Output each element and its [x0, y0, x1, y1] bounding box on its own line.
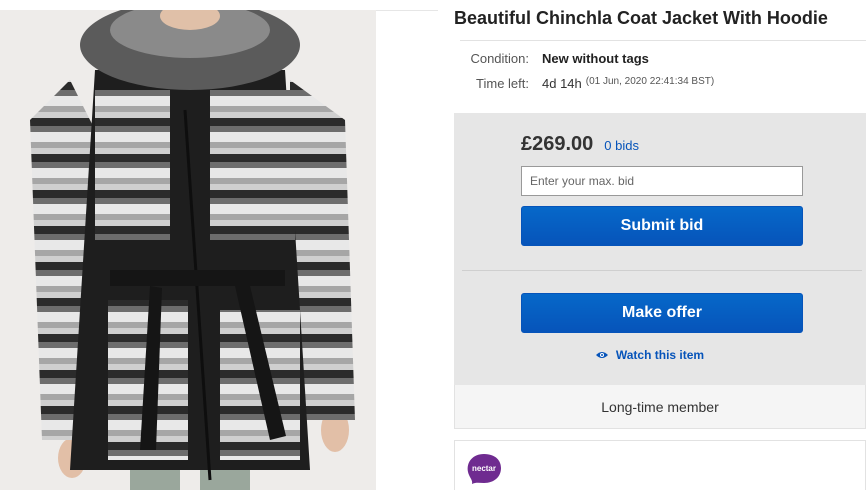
condition-row: Condition: New without tags	[454, 51, 866, 66]
nectar-panel: nectar	[454, 440, 866, 490]
submit-bid-button[interactable]: Submit bid	[521, 206, 803, 246]
time-left-label: Time left:	[476, 76, 529, 91]
svg-text:nectar: nectar	[472, 464, 496, 473]
bid-panel-divider	[462, 270, 862, 271]
make-offer-button[interactable]: Make offer	[521, 293, 803, 333]
seller-badge: Long-time member	[454, 385, 866, 429]
time-left-value: 4d 14h	[542, 76, 582, 91]
coat-photo-illustration	[0, 10, 376, 490]
time-left-detail: (01 Jun, 2020 22:41:34 BST)	[585, 76, 715, 87]
product-image[interactable]	[0, 10, 376, 490]
condition-label: Condition:	[470, 51, 529, 66]
nectar-logo[interactable]: nectar	[466, 453, 502, 490]
eye-icon	[595, 348, 608, 362]
listing-title: Beautiful Chinchla Coat Jacket With Hood…	[454, 8, 828, 28]
watch-item-label: Watch this item	[615, 348, 705, 362]
gallery-spacer	[376, 10, 438, 490]
bids-count-link[interactable]: 0 bids	[604, 138, 639, 153]
watch-item-link[interactable]: Watch this item	[454, 348, 866, 362]
bid-panel: £269.00 0 bids Submit bid Make offer Wat…	[454, 113, 866, 385]
current-price: £269.00	[521, 133, 594, 155]
time-left-row: Time left: 4d 14h (01 Jun, 2020 22:41:34…	[454, 76, 866, 91]
max-bid-input[interactable]	[521, 166, 803, 196]
title-divider	[460, 40, 866, 41]
price-line: £269.00 0 bids	[521, 133, 639, 156]
condition-value: New without tags	[542, 51, 649, 66]
